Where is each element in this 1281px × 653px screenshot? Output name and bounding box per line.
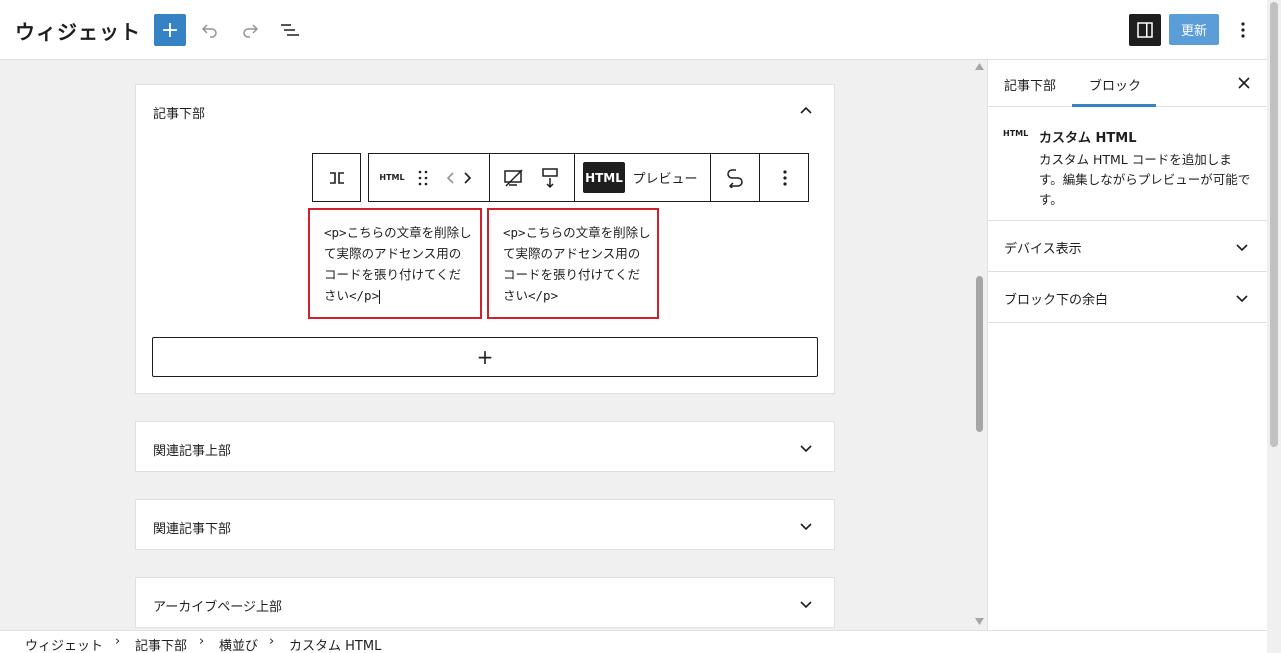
chevron-down-icon[interactable] xyxy=(1234,290,1250,306)
breadcrumb-item[interactable]: ウィジェット xyxy=(25,635,103,653)
scrollbar-thumb[interactable] xyxy=(976,276,983,432)
widget-area-expanded: 記事下部 HTML HTML プレビュー <p>こちらの文章を削除して実際のアド… xyxy=(135,84,835,394)
undo-icon[interactable] xyxy=(198,18,222,42)
select-parent-button[interactable] xyxy=(312,153,361,202)
widget-area-title[interactable]: 関連記事下部 xyxy=(153,518,231,537)
scroll-down-icon[interactable] xyxy=(975,618,984,625)
close-icon[interactable] xyxy=(1234,73,1254,93)
breadcrumb-item[interactable]: 横並び xyxy=(219,635,258,653)
chevron-down-icon[interactable] xyxy=(798,596,814,612)
page-title: ウィジェット xyxy=(15,20,141,44)
drag-handle-icon[interactable] xyxy=(411,154,435,201)
widget-area-title[interactable]: アーカイブページ上部 xyxy=(153,596,282,615)
block-title: カスタム HTML xyxy=(1039,131,1137,146)
block-card: HTML カスタム HTML カスタム HTML コードを追加します。編集しなが… xyxy=(988,107,1268,221)
spacing-icon[interactable] xyxy=(535,154,565,201)
widget-area-collapsed[interactable]: アーカイブページ上部 xyxy=(135,577,835,628)
transform-icon[interactable] xyxy=(719,154,751,201)
update-button[interactable]: 更新 xyxy=(1169,14,1219,45)
settings-sidebar: 記事下部 ブロック HTML カスタム HTML カスタム HTML コードを追… xyxy=(987,60,1268,630)
widgets-canvas: 記事下部 HTML HTML プレビュー <p>こちらの文章を削除して実際のアド… xyxy=(0,60,972,630)
panel-device-display[interactable]: デバイス表示 xyxy=(988,221,1268,272)
breadcrumb: ウィジェット › 記事下部 › 横並び › カスタム HTML xyxy=(0,630,1267,653)
top-toolbar: ウィジェット + 更新 xyxy=(0,0,1281,60)
tab-html[interactable]: HTML xyxy=(583,162,625,193)
list-view-icon[interactable] xyxy=(278,18,302,42)
custom-html-block-editor[interactable]: <p>こちらの文章を削除して実際のアドセンス用のコードを張り付けてください</p… xyxy=(308,208,482,319)
breadcrumb-item: カスタム HTML xyxy=(289,639,382,653)
window-scrollbar-thumb[interactable] xyxy=(1270,2,1278,447)
widget-area-title[interactable]: 記事下部 xyxy=(153,103,205,122)
move-arrows-icon[interactable] xyxy=(441,154,477,201)
text-caret xyxy=(379,289,381,304)
widget-area-title[interactable]: 関連記事上部 xyxy=(153,440,231,459)
chevron-down-icon[interactable] xyxy=(1234,239,1250,255)
tab-widget-area[interactable]: 記事下部 xyxy=(1004,75,1056,94)
scroll-up-icon[interactable] xyxy=(975,63,984,70)
tab-block[interactable]: ブロック xyxy=(1089,75,1141,94)
html-block-content[interactable]: <p>こちらの文章を削除して実際のアドセンス用のコードを張り付けてください</p… xyxy=(324,222,472,306)
panel-title[interactable]: ブロック下の余白 xyxy=(1004,289,1108,308)
panel-bottom-margin[interactable]: ブロック下の余白 xyxy=(988,272,1268,323)
chevron-right-icon: › xyxy=(199,634,205,649)
add-block-appender[interactable]: + xyxy=(152,337,818,377)
columns-icon xyxy=(313,154,360,201)
chevron-down-icon[interactable] xyxy=(798,440,814,456)
chevron-up-icon[interactable] xyxy=(798,103,814,119)
block-toolbar: HTML HTML プレビュー xyxy=(368,153,809,202)
redo-icon[interactable] xyxy=(238,18,262,42)
block-description: カスタム HTML コードを追加します。編集しながらプレビューが可能です。 xyxy=(1039,152,1251,207)
more-options-icon[interactable] xyxy=(1232,18,1254,42)
tab-preview[interactable]: プレビュー xyxy=(629,154,701,201)
chevron-right-icon: › xyxy=(269,634,275,649)
chevron-right-icon: › xyxy=(115,634,121,649)
widget-area-collapsed[interactable]: 関連記事下部 xyxy=(135,499,835,550)
widget-area-collapsed[interactable]: 関連記事上部 xyxy=(135,421,835,472)
chevron-down-icon[interactable] xyxy=(798,518,814,534)
block-options-icon[interactable] xyxy=(765,154,805,201)
sidebar-tabs: 記事下部 ブロック xyxy=(988,60,1268,107)
device-visibility-icon[interactable] xyxy=(499,154,529,201)
breadcrumb-item[interactable]: 記事下部 xyxy=(135,635,187,653)
add-block-button[interactable]: + xyxy=(154,14,186,46)
html-block-icon: HTML xyxy=(1003,129,1029,138)
settings-sidebar-toggle[interactable] xyxy=(1129,14,1161,46)
custom-html-block[interactable]: <p>こちらの文章を削除して実際のアドセンス用のコードを張り付けてください</p… xyxy=(487,208,659,319)
html-block-icon[interactable]: HTML xyxy=(373,154,411,201)
panel-title[interactable]: デバイス表示 xyxy=(1004,238,1082,257)
html-block-content[interactable]: <p>こちらの文章を削除して実際のアドセンス用のコードを張り付けてください</p… xyxy=(503,222,651,306)
